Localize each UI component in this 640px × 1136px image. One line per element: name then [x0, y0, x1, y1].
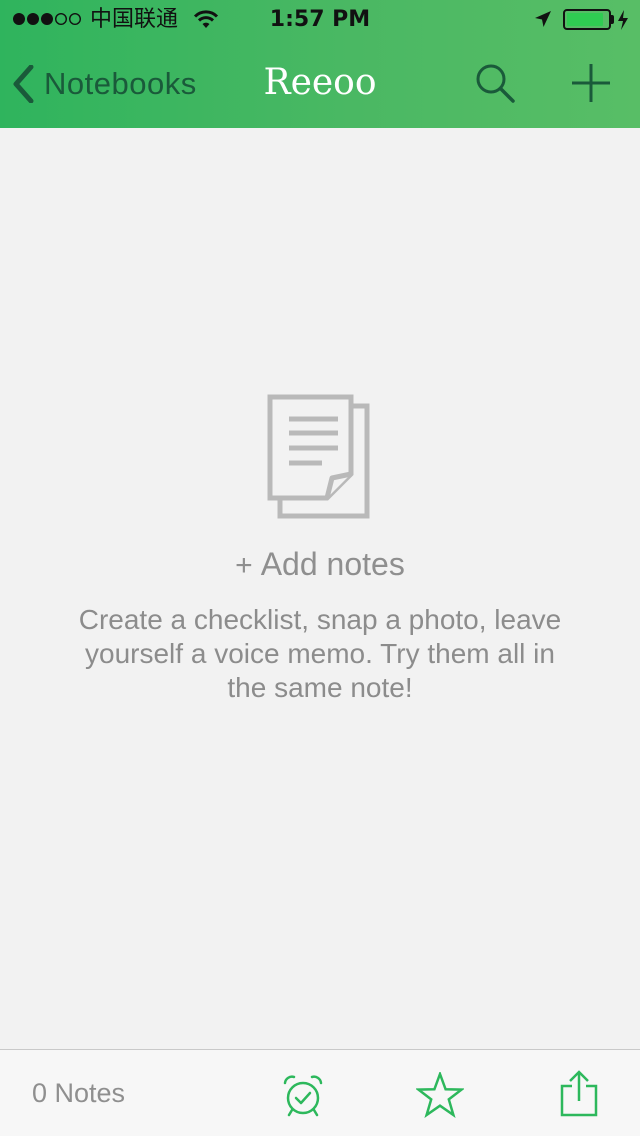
search-icon: [476, 64, 515, 103]
add-note-button[interactable]: [569, 61, 613, 105]
share-button[interactable]: [557, 1068, 601, 1118]
add-notes-label: Add notes: [260, 546, 405, 582]
empty-state-description: Create a checklist, snap a photo, leave …: [78, 604, 562, 703]
back-button-label: Notebooks: [44, 66, 197, 101]
note-stack-icon: [267, 394, 370, 519]
share-icon: [560, 1070, 598, 1117]
note-count: 0 Notes: [32, 1078, 126, 1108]
battery-icon: [563, 9, 611, 30]
chevron-left-icon: [13, 65, 34, 103]
status-bar: 中国联通 1:57 PM: [0, 0, 640, 40]
charging-icon: [618, 10, 628, 30]
back-to-notebooks-button[interactable]: Notebooks: [12, 62, 197, 106]
shortcuts-star-button[interactable]: [414, 1070, 466, 1119]
bottom-toolbar: 0 Notes: [0, 1049, 640, 1136]
reminders-button[interactable]: [281, 1074, 325, 1118]
location-icon: [535, 11, 551, 27]
battery-cap: [611, 15, 614, 24]
alarm-clock-icon: [283, 1075, 323, 1117]
battery-level: [567, 13, 603, 26]
search-button[interactable]: [474, 62, 516, 104]
add-notes-plus: +: [235, 549, 253, 582]
app-header: 中国联通 1:57 PM Notebooks Reeoo: [0, 0, 640, 128]
star-icon: [414, 1070, 466, 1119]
add-notes-link[interactable]: + Add notes: [0, 542, 640, 588]
plus-icon: [572, 64, 610, 102]
